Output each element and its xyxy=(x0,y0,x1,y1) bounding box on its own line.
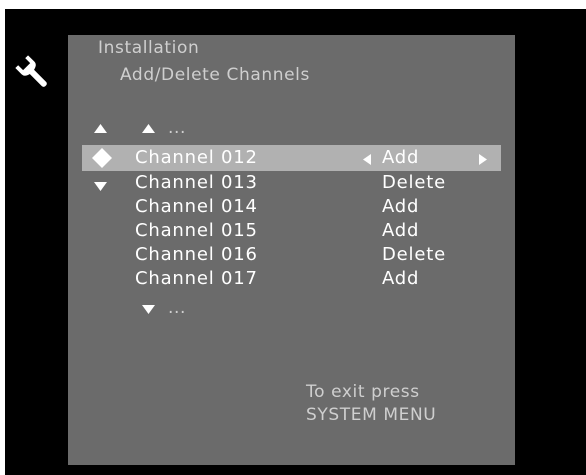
channel-action: Add xyxy=(382,196,420,217)
channel-name: Channel 015 xyxy=(135,220,258,241)
channel-action: Add xyxy=(382,220,420,241)
wrench-icon xyxy=(15,55,47,87)
tv-screen: Installation Add/Delete Channels ... Cha… xyxy=(5,9,586,475)
value-left-icon[interactable] xyxy=(363,154,371,165)
value-right-icon[interactable] xyxy=(479,154,487,165)
menu-panel: Installation Add/Delete Channels ... Cha… xyxy=(68,35,515,465)
channel-name: Channel 012 xyxy=(135,147,258,168)
channel-action: Add xyxy=(382,268,420,289)
channel-action: Delete xyxy=(382,244,446,265)
scroll-up-more: ... xyxy=(168,118,187,138)
selector-diamond-icon xyxy=(92,148,112,168)
channel-name: Channel 017 xyxy=(135,268,258,289)
channel-action: Add xyxy=(382,147,420,168)
channel-name: Channel 014 xyxy=(135,196,258,217)
exit-hint-line2: SYSTEM MENU xyxy=(306,405,437,425)
section-title: Installation xyxy=(98,38,200,58)
scroll-up-icon[interactable] xyxy=(142,124,155,133)
nav-up-icon[interactable] xyxy=(94,124,107,133)
channel-action: Delete xyxy=(382,172,446,193)
nav-down-icon[interactable] xyxy=(94,182,107,191)
channel-name: Channel 016 xyxy=(135,244,258,265)
scroll-down-more: ... xyxy=(168,298,187,318)
exit-hint-line1: To exit press xyxy=(306,382,420,402)
scroll-down-icon[interactable] xyxy=(142,305,155,314)
channel-name: Channel 013 xyxy=(135,172,258,193)
page-title: Add/Delete Channels xyxy=(120,65,310,85)
